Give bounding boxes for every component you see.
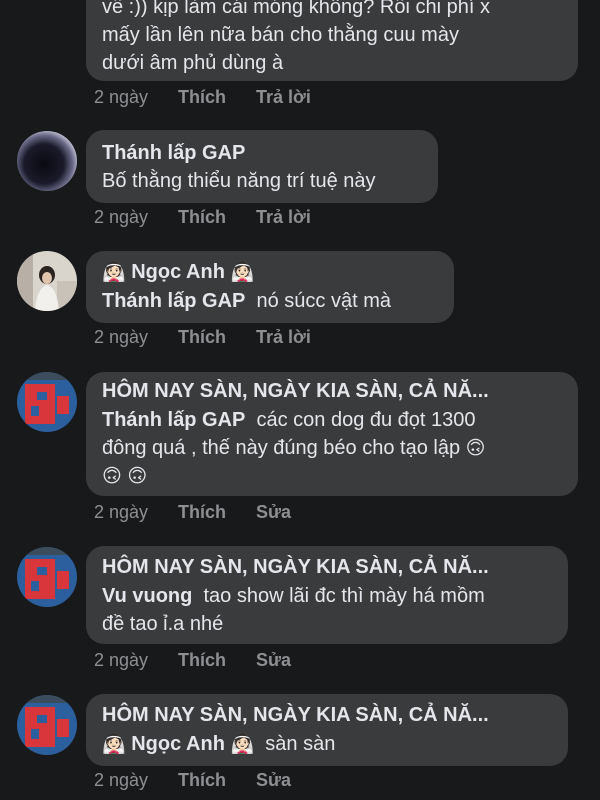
comment-time: 2 ngày: [94, 770, 149, 790]
comment-text-line: Thánh lấp GAP các con dog đu đọt 1300: [102, 407, 476, 433]
edit-button[interactable]: Sửa: [256, 649, 291, 671]
edit-button[interactable]: Sửa: [256, 501, 291, 523]
comment-text-line: Thánh lấp GAP nó súcc vật mà: [102, 288, 391, 314]
mention-tag[interactable]: Vu vuong: [102, 585, 192, 607]
comment-time: 2 ngày: [94, 327, 149, 347]
upside-down-face-icon: 🙃: [102, 466, 122, 487]
upside-down-face-icon: 🙃: [465, 438, 486, 459]
comment-author[interactable]: HÔM NAY SÀN, NGÀY KIA SÀN, CẢ NĂ...: [102, 702, 489, 728]
comment-actions: 2 ngày Thích Trả lời: [94, 86, 311, 108]
comment-time: 2 ngày: [94, 207, 149, 227]
comment-time: 2 ngày: [94, 502, 149, 522]
comment-text: sàn sàn: [265, 733, 336, 755]
mention-tag[interactable]: Thánh lấp GAP: [102, 290, 245, 312]
comment-actions: 2 ngày Thích Sửa: [94, 769, 291, 791]
comment-bubble[interactable]: HÔM NAY SÀN, NGÀY KIA SÀN, CẢ NĂ... 👰🏻 N…: [86, 694, 568, 766]
bride-emoji-icon: 👰🏻: [102, 734, 126, 755]
comment-text-line: mấy lần lên nữa bán cho thằng cuu mày: [102, 24, 459, 46]
like-button[interactable]: Thích: [178, 326, 256, 348]
comment-bubble[interactable]: HÔM NAY SÀN, NGÀY KIA SÀN, CẢ NĂ... Vu v…: [86, 546, 568, 644]
stock-board-avatar[interactable]: [17, 547, 77, 607]
stock-board-avatar[interactable]: [17, 372, 77, 432]
like-button[interactable]: Thích: [178, 86, 256, 108]
comment-time: 2 ngày: [94, 650, 149, 670]
edit-button[interactable]: Sửa: [256, 769, 291, 791]
comment-text: tao show lãi đc thì mày há mồm: [203, 585, 485, 607]
comment-bubble[interactable]: về :)) kịp làm cái móng không? Rồi chi p…: [86, 0, 578, 81]
comment-bubble[interactable]: Thánh lấp GAP Bố thằng thiểu năng trí tu…: [86, 130, 438, 203]
comment-text-line: Bố thằng thiểu năng trí tuệ này: [102, 170, 376, 192]
comment-author[interactable]: 👰🏻 Ngọc Anh 👰🏻: [102, 259, 254, 286]
stock-board-avatar[interactable]: [17, 695, 77, 755]
comment-text-line: 🙃 🙃: [102, 463, 147, 490]
comment-feed: về :)) kịp làm cái móng không? Rồi chi p…: [0, 0, 600, 800]
author-name: Ngọc Anh: [131, 261, 225, 283]
upside-down-face-icon: 🙃: [127, 466, 148, 487]
reply-button[interactable]: Trả lời: [256, 326, 311, 348]
like-button[interactable]: Thích: [178, 769, 256, 791]
comment-actions: 2 ngày Thích Sửa: [94, 501, 291, 523]
mention-tag[interactable]: Thánh lấp GAP: [102, 409, 245, 431]
comment-time: 2 ngày: [94, 87, 149, 107]
bride-emoji-icon: 👰🏻: [230, 262, 255, 283]
comment-text: nó súcc vật mà: [256, 290, 391, 312]
comment-text-line: về :)) kịp làm cái móng không? Rồi chi p…: [102, 0, 490, 18]
bride-emoji-icon: 👰🏻: [230, 734, 255, 755]
comment-text-line: dưới âm phủ dùng à: [102, 52, 284, 74]
comment-actions: 2 ngày Thích Trả lời: [94, 206, 311, 228]
comment-author[interactable]: Thánh lấp GAP: [102, 140, 245, 166]
comment-text-line: đề tao ỉ.a nhé: [102, 613, 224, 635]
comment-text-line: đông quá , thế này đúng béo cho tạo lập …: [102, 435, 485, 462]
comment-text: đông quá , thế này đúng béo cho tạo lập: [102, 437, 461, 459]
reply-button[interactable]: Trả lời: [256, 206, 311, 228]
comment-bubble[interactable]: HÔM NAY SÀN, NGÀY KIA SÀN, CẢ NĂ... Thán…: [86, 372, 578, 496]
comment-author[interactable]: HÔM NAY SÀN, NGÀY KIA SÀN, CẢ NĂ...: [102, 554, 489, 580]
comment-text-line: Vu vuong tao show lãi đc thì mày há mồm: [102, 583, 485, 609]
like-button[interactable]: Thích: [178, 501, 256, 523]
comment-actions: 2 ngày Thích Trả lời: [94, 326, 311, 348]
dark-sphere-avatar[interactable]: [17, 131, 77, 191]
like-button[interactable]: Thích: [178, 649, 256, 671]
bride-emoji-icon: 👰🏻: [102, 262, 126, 283]
comment-bubble[interactable]: 👰🏻 Ngọc Anh 👰🏻 Thánh lấp GAP nó súcc vật…: [86, 251, 454, 323]
comment-actions: 2 ngày Thích Sửa: [94, 649, 291, 671]
comment-author[interactable]: HÔM NAY SÀN, NGÀY KIA SÀN, CẢ NĂ...: [102, 378, 489, 404]
reply-button[interactable]: Trả lời: [256, 86, 311, 108]
girl-photo-avatar[interactable]: [17, 251, 77, 311]
like-button[interactable]: Thích: [178, 206, 256, 228]
comment-text-line: 👰🏻 Ngọc Anh 👰🏻 sàn sàn: [102, 731, 335, 758]
mention-tag[interactable]: Ngọc Anh: [131, 733, 225, 755]
comment-text: các con dog đu đọt 1300: [256, 409, 476, 431]
